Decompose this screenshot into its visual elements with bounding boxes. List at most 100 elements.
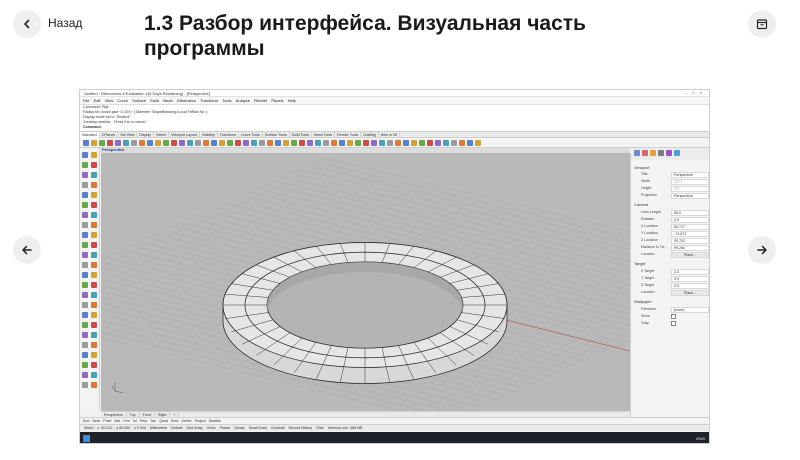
side-tool-icon[interactable] <box>91 192 97 198</box>
toolbar-tool-icon[interactable] <box>339 140 345 146</box>
toolbar-tool-icon[interactable] <box>379 140 385 146</box>
toolbar-tool-icon[interactable] <box>451 140 457 146</box>
side-tool-icon[interactable] <box>82 172 88 178</box>
toolbar-tool-icon[interactable] <box>91 140 97 146</box>
bookmark-button[interactable] <box>748 10 776 38</box>
toolbar-tool-icon[interactable] <box>203 140 209 146</box>
toolbar-tool-icon[interactable] <box>235 140 241 146</box>
toolbar-tool-icon[interactable] <box>443 140 449 146</box>
side-tool-icon[interactable] <box>91 322 97 328</box>
toolbar-tool-icon[interactable] <box>259 140 265 146</box>
side-tool-icon[interactable] <box>91 182 97 188</box>
side-tool-icon[interactable] <box>91 262 97 268</box>
side-tool-icon[interactable] <box>82 282 88 288</box>
toolbar-tool-icon[interactable] <box>171 140 177 146</box>
side-tool-icon[interactable] <box>91 352 97 358</box>
side-tool-icon[interactable] <box>91 222 97 228</box>
toolbar-tool-icon[interactable] <box>467 140 473 146</box>
toolbar-tool-icon[interactable] <box>363 140 369 146</box>
toolbar-tool-icon[interactable] <box>283 140 289 146</box>
toolbar-tool-icon[interactable] <box>139 140 145 146</box>
side-tool-icon[interactable] <box>91 242 97 248</box>
toolbar-tool-icon[interactable] <box>163 140 169 146</box>
side-tool-icon[interactable] <box>91 302 97 308</box>
toolbar-tool-icon[interactable] <box>323 140 329 146</box>
toolbar-tool-icon[interactable] <box>83 140 89 146</box>
toolbar-tool-icon[interactable] <box>275 140 281 146</box>
toolbar-tool-icon[interactable] <box>99 140 105 146</box>
toolbar-tool-icon[interactable] <box>411 140 417 146</box>
toolbar-tool-icon[interactable] <box>195 140 201 146</box>
toolbar-tool-icon[interactable] <box>387 140 393 146</box>
toolbar-tool-icon[interactable] <box>395 140 401 146</box>
side-tool-icon[interactable] <box>82 232 88 238</box>
side-tool-icon[interactable] <box>91 172 97 178</box>
side-tool-icon[interactable] <box>82 192 88 198</box>
side-tool-icon[interactable] <box>82 362 88 368</box>
back-label[interactable]: Назад <box>48 16 82 30</box>
side-tool-icon[interactable] <box>82 242 88 248</box>
side-tool-icon[interactable] <box>82 182 88 188</box>
side-tool-icon[interactable] <box>82 222 88 228</box>
prev-slide-button[interactable] <box>13 236 41 264</box>
gray-checkbox[interactable] <box>671 321 676 326</box>
toolbar-tool-icon[interactable] <box>179 140 185 146</box>
toolbar-tool-icon[interactable] <box>331 140 337 146</box>
toolbar-tool-icon[interactable] <box>307 140 313 146</box>
side-tool-icon[interactable] <box>82 312 88 318</box>
toolbar-tool-icon[interactable] <box>347 140 353 146</box>
side-tool-icon[interactable] <box>82 152 88 158</box>
side-tool-icon[interactable] <box>82 372 88 378</box>
side-tool-icon[interactable] <box>82 202 88 208</box>
side-tool-icon[interactable] <box>91 162 97 168</box>
back-button[interactable] <box>13 10 41 38</box>
side-tool-icon[interactable] <box>91 342 97 348</box>
side-tool-icon[interactable] <box>91 152 97 158</box>
toolbar-tool-icon[interactable] <box>475 140 481 146</box>
toolbar-tool-icon[interactable] <box>211 140 217 146</box>
toolbar-tool-icon[interactable] <box>371 140 377 146</box>
side-tool-icon[interactable] <box>82 382 88 388</box>
side-tool-icon[interactable] <box>82 332 88 338</box>
toolbar-tool-icon[interactable] <box>123 140 129 146</box>
side-tool-icon[interactable] <box>91 362 97 368</box>
next-slide-button[interactable] <box>748 236 776 264</box>
side-tool-icon[interactable] <box>91 382 97 388</box>
side-tool-icon[interactable] <box>91 312 97 318</box>
side-tool-icon[interactable] <box>91 332 97 338</box>
side-tool-icon[interactable] <box>91 202 97 208</box>
side-tool-icon[interactable] <box>91 212 97 218</box>
side-tool-icon[interactable] <box>91 252 97 258</box>
toolbar-tool-icon[interactable] <box>419 140 425 146</box>
side-tool-icon[interactable] <box>82 292 88 298</box>
side-tool-icon[interactable] <box>82 302 88 308</box>
side-tool-icon[interactable] <box>82 272 88 278</box>
side-tool-icon[interactable] <box>91 372 97 378</box>
toolbar-tool-icon[interactable] <box>435 140 441 146</box>
toolbar-tool-icon[interactable] <box>107 140 113 146</box>
side-tool-icon[interactable] <box>91 272 97 278</box>
toolbar-tool-icon[interactable] <box>251 140 257 146</box>
show-checkbox[interactable] <box>671 314 676 319</box>
toolbar-tool-icon[interactable] <box>299 140 305 146</box>
toolbar-tool-icon[interactable] <box>243 140 249 146</box>
side-tool-icon[interactable] <box>82 322 88 328</box>
toolbar-tool-icon[interactable] <box>459 140 465 146</box>
side-tool-icon[interactable] <box>82 352 88 358</box>
toolbar-tool-icon[interactable] <box>219 140 225 146</box>
side-tool-icon[interactable] <box>82 262 88 268</box>
side-tool-icon[interactable] <box>82 162 88 168</box>
toolbar-tool-icon[interactable] <box>427 140 433 146</box>
side-tool-icon[interactable] <box>82 212 88 218</box>
side-tool-icon[interactable] <box>91 232 97 238</box>
toolbar-tool-icon[interactable] <box>403 140 409 146</box>
side-tool-icon[interactable] <box>82 252 88 258</box>
toolbar-tool-icon[interactable] <box>115 140 121 146</box>
toolbar-tool-icon[interactable] <box>131 140 137 146</box>
side-tool-icon[interactable] <box>91 292 97 298</box>
toolbar-tool-icon[interactable] <box>147 140 153 146</box>
toolbar-tool-icon[interactable] <box>155 140 161 146</box>
toolbar-tool-icon[interactable] <box>355 140 361 146</box>
toolbar-tool-icon[interactable] <box>315 140 321 146</box>
toolbar-tool-icon[interactable] <box>227 140 233 146</box>
